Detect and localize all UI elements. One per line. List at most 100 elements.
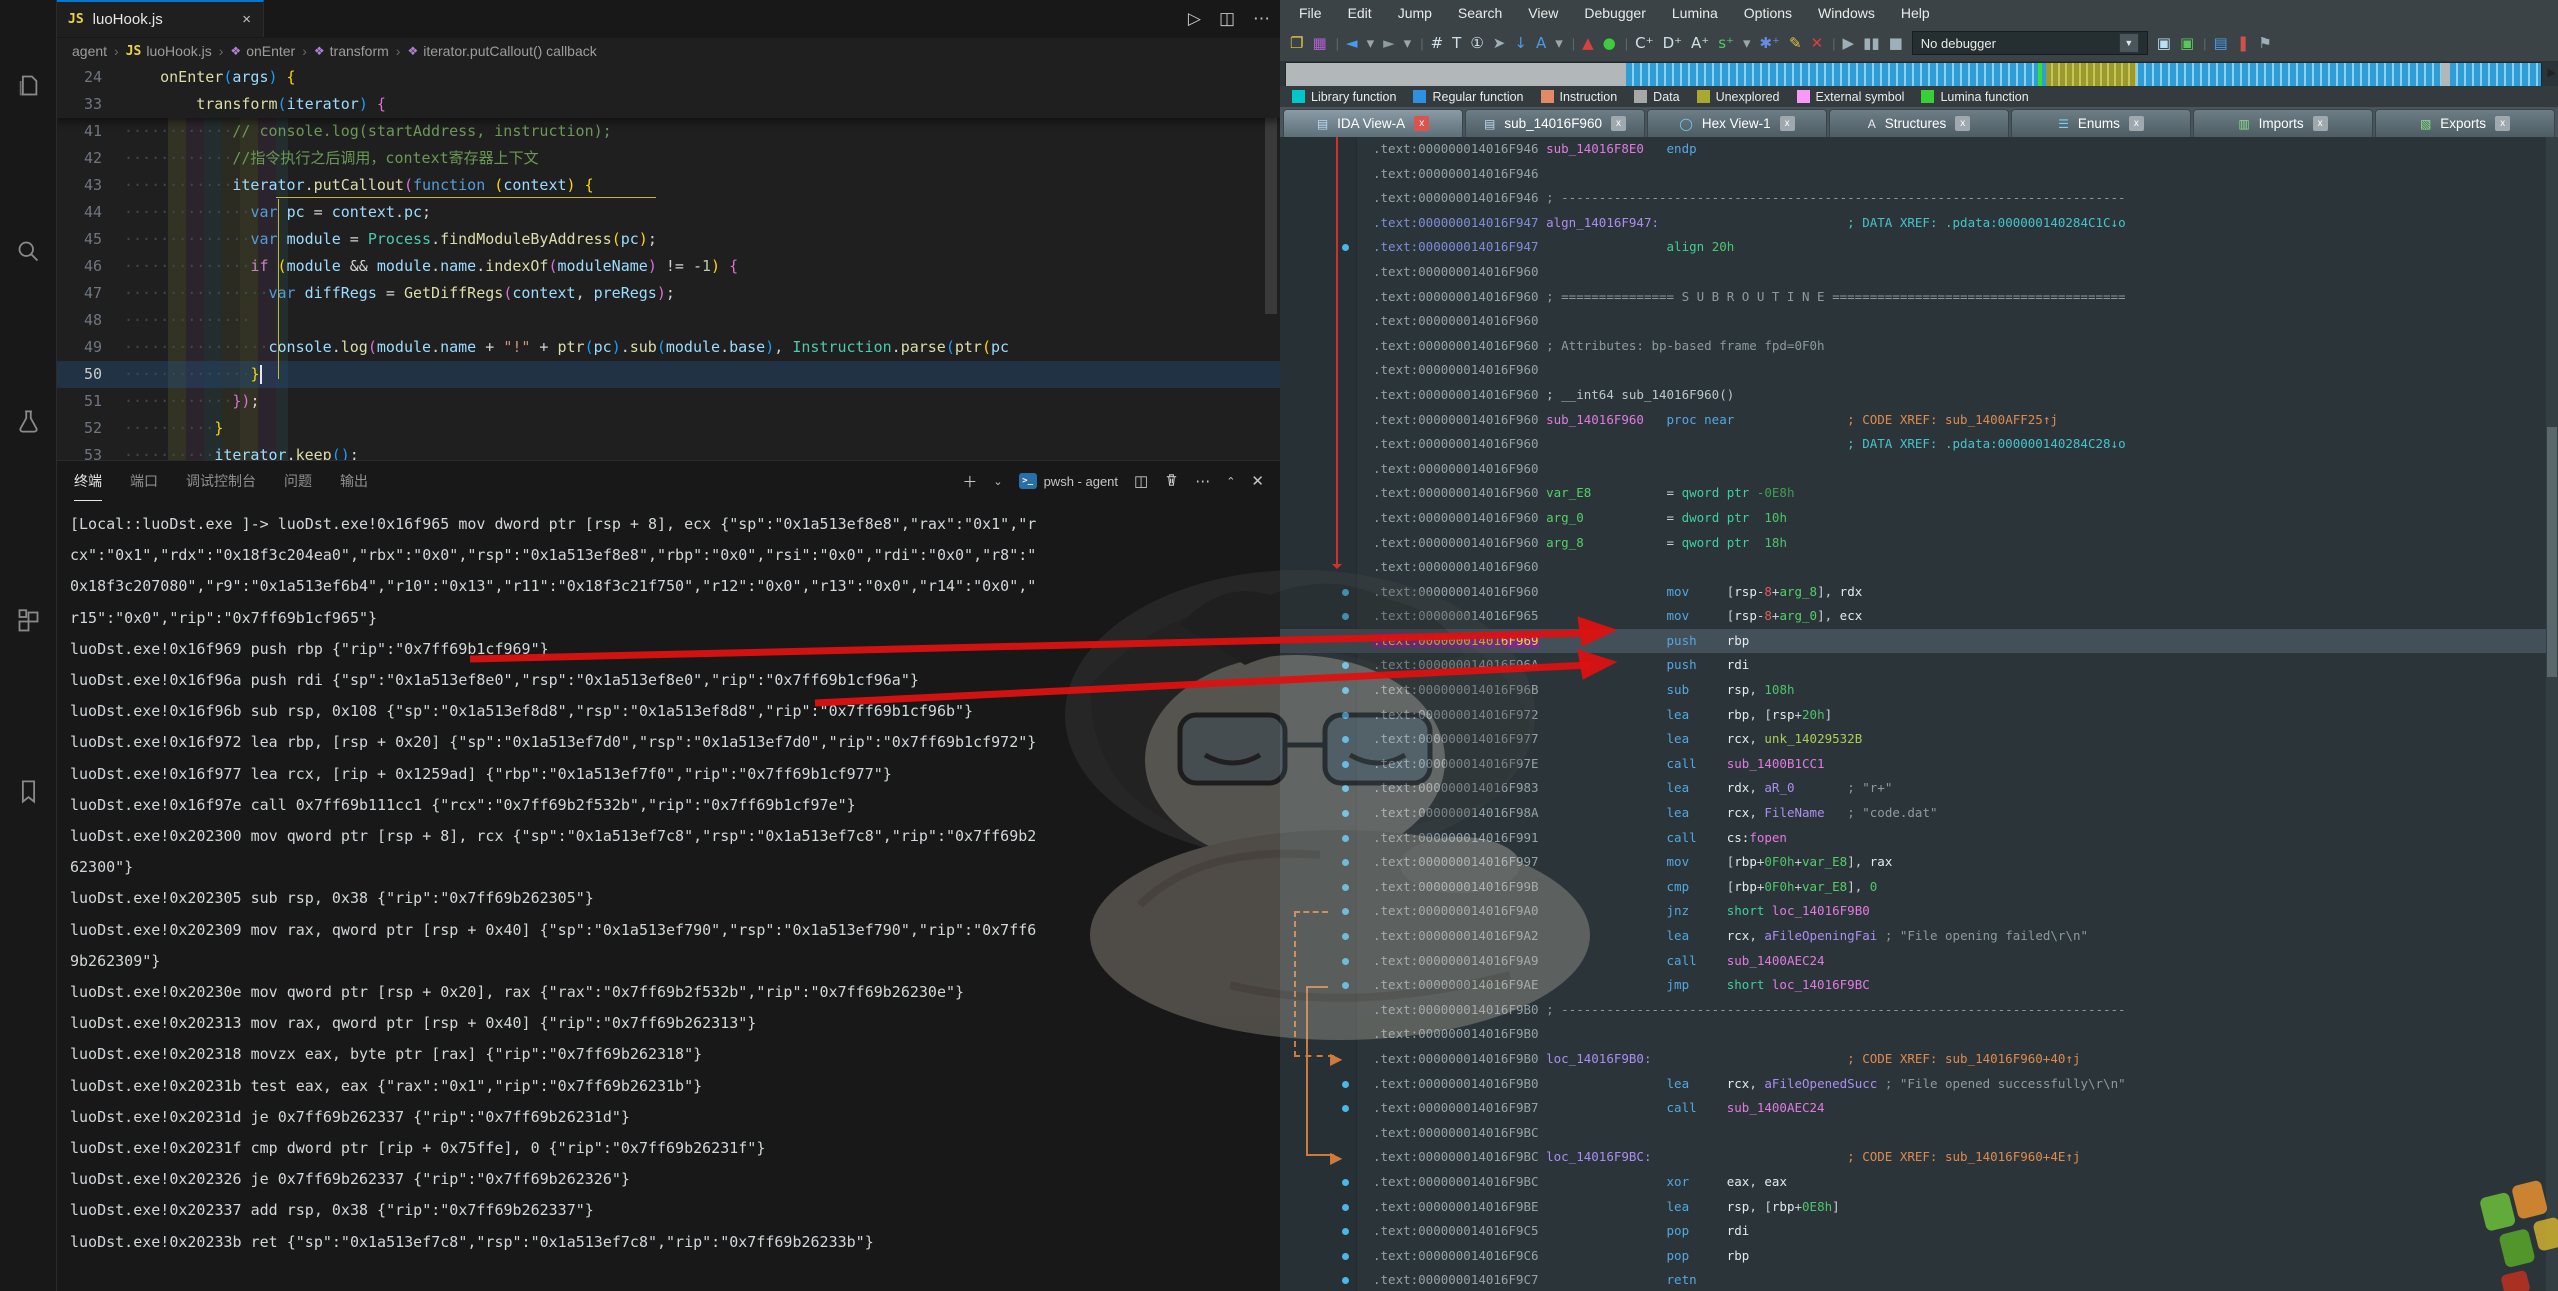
ida-tab-ida-view-a[interactable]: ▤ IDA View-A x — [1283, 109, 1463, 137]
tab-luohook-js[interactable]: JS luoHook.js × — [56, 0, 264, 37]
ida-tab-hex-view-1[interactable]: ◯ Hex View-1 x — [1647, 109, 1827, 137]
ida-tab-exports[interactable]: ▧ Exports x — [2375, 109, 2555, 137]
extensions-icon[interactable] — [0, 596, 56, 646]
band-right-arrow[interactable]: ▶ — [2548, 66, 2556, 79]
terminal-line: 9b262309"} — [70, 951, 161, 970]
problems-icon[interactable]: ▲ — [1582, 35, 1594, 51]
ida-tab-enums[interactable]: ☰ Enums x — [2011, 109, 2191, 137]
make-name-icon[interactable]: A⁺ — [1691, 35, 1709, 51]
code-editor[interactable]: 41 ············// console.log(startAddres… — [56, 64, 1280, 460]
breakpoint-icon[interactable]: ❚ — [2237, 35, 2250, 51]
ida-tab-sub_14016f960[interactable]: ▤ sub_14016F960 x — [1465, 109, 1645, 137]
breadcrumb-item[interactable]: agent — [72, 43, 107, 59]
close-tab-icon: x — [2495, 116, 2511, 131]
stop-process-icon[interactable]: ■ — [1889, 35, 1903, 51]
close-panel-icon[interactable]: ✕ — [1251, 472, 1264, 490]
back-icon[interactable]: ◄ — [1346, 35, 1358, 51]
open-file-icon[interactable]: ❐ — [1290, 35, 1303, 51]
code-line: 42 ············//指令执行之后调用，context寄存器上下文 — [83, 149, 539, 167]
make-data-icon[interactable]: D⁺ — [1663, 35, 1682, 51]
kill-terminal-icon[interactable] — [1164, 472, 1179, 491]
menu-search[interactable]: Search — [1445, 5, 1515, 21]
terminal-dropdown-icon[interactable]: ⌄ — [993, 475, 1002, 488]
undefine-icon[interactable]: ✕ — [1811, 35, 1824, 51]
menu-options[interactable]: Options — [1731, 5, 1805, 21]
menu-file[interactable]: File — [1286, 5, 1335, 21]
terminal-session[interactable]: >_ pwsh - agent — [1018, 473, 1118, 489]
step-trace-icon[interactable]: ▣ — [2180, 35, 2194, 51]
save-icon[interactable]: ▦ — [1312, 35, 1326, 51]
terminal-output[interactable]: [Local::luoDst.exe ]-> luoDst.exe!0x16f9… — [70, 509, 1276, 1291]
attach-icon[interactable]: ⚑ — [2258, 35, 2271, 51]
breadcrumb-item[interactable]: ❖ iterator.putCallout() callback — [407, 43, 596, 59]
panel-tab-调试控制台[interactable]: 调试控制台 — [186, 461, 256, 501]
menu-edit[interactable]: Edit — [1335, 5, 1385, 21]
instruction-dot — [1342, 1178, 1349, 1186]
tracing-icon[interactable]: ▣ — [2157, 35, 2171, 51]
instruction-dot — [1342, 588, 1349, 596]
make-string-icon[interactable]: s⁺ — [1718, 35, 1734, 51]
start-process-icon[interactable]: ▶ — [1843, 35, 1855, 51]
menu-lumina[interactable]: Lumina — [1659, 5, 1731, 21]
split-terminal-icon[interactable]: ◫ — [1134, 472, 1148, 490]
run-file-button[interactable]: ▷ — [1188, 9, 1201, 29]
lumina-icon[interactable]: ● — [1603, 35, 1616, 51]
forward-dropdown-icon[interactable]: ▾ — [1404, 35, 1412, 51]
ida-navigation-band[interactable] — [1285, 62, 2542, 87]
maximize-panel-icon[interactable]: ⌃ — [1226, 475, 1235, 488]
make-code-icon[interactable]: C⁺ — [1635, 35, 1653, 51]
menu-help[interactable]: Help — [1888, 5, 1943, 21]
menu-debugger[interactable]: Debugger — [1571, 5, 1659, 21]
colors-icon[interactable]: A — [1536, 35, 1546, 51]
jump-icon[interactable]: ➤ — [1493, 35, 1506, 51]
pause-process-icon[interactable]: ▮▮ — [1863, 35, 1880, 51]
search-binary-icon[interactable]: ① — [1470, 35, 1483, 51]
disasm-line: .text:000000014016F9C6 pop rbp — [1280, 1244, 2546, 1269]
breadcrumb-item[interactable]: ❖ onEnter — [230, 43, 295, 59]
close-tab-icon[interactable]: × — [242, 11, 251, 28]
menu-jump[interactable]: Jump — [1385, 5, 1445, 21]
jump-flow-stub — [1294, 911, 1328, 913]
terminal-line: 0x18f3c207080","r9":"0x1a513ef6b4","r10"… — [70, 577, 1037, 596]
dropdown-arrow-icon: ▼ — [2118, 33, 2139, 53]
sticky-scroll: 24 onEnter(args) {33 transform(iterator)… — [56, 64, 1280, 118]
panel-tab-输出[interactable]: 输出 — [340, 461, 368, 501]
instruction-dot — [1342, 711, 1349, 719]
ida-tab-structures[interactable]: A Structures x — [1829, 109, 2009, 137]
panel-tab-终端[interactable]: 终端 — [74, 461, 102, 501]
split-editor-button[interactable]: ◫ — [1219, 9, 1235, 29]
terminal-line: luoDst.exe!0x16f97e call 0x7ff69b111cc1 … — [70, 795, 856, 814]
breadcrumb[interactable]: agent › JS luoHook.js › ❖ onEnter › ❖ transform › ❖… — [56, 38, 1280, 64]
string-dropdown-icon[interactable]: ▾ — [1743, 35, 1751, 51]
disasm-line: .text:000000014016F965 mov [rsp-8+arg_0]… — [1280, 604, 2546, 629]
search-text-icon[interactable]: T — [1452, 35, 1461, 51]
new-terminal-button[interactable]: ＋ — [962, 471, 977, 492]
breadcrumb-item[interactable]: JS luoHook.js — [126, 43, 212, 59]
ida-scrollbar[interactable] — [2546, 137, 2558, 1291]
make-array-icon[interactable]: ✱⁺ — [1759, 35, 1780, 51]
terminal-line: luoDst.exe!0x20230e mov qword ptr [rsp +… — [70, 983, 965, 1002]
panel-tab-端口[interactable]: 端口 — [130, 461, 158, 501]
debugger-select[interactable]: No debugger ▼ — [1911, 31, 2148, 55]
disasm-line: .text:000000014016F9BC xor eax, eax — [1280, 1170, 2546, 1195]
more-actions-icon[interactable]: ⋯ — [1195, 472, 1210, 490]
jump-down-icon[interactable]: ↓ — [1514, 35, 1527, 51]
menu-windows[interactable]: Windows — [1805, 5, 1888, 21]
ida-tab-imports[interactable]: ▥ Imports x — [2193, 109, 2373, 137]
breadcrumb-item[interactable]: ❖ transform — [314, 43, 389, 59]
files-icon[interactable] — [0, 60, 56, 110]
search-icon[interactable] — [0, 226, 56, 276]
edit-icon[interactable]: ✎ — [1789, 35, 1802, 51]
separator: | — [2203, 35, 2207, 51]
back-dropdown-icon[interactable]: ▾ — [1367, 35, 1375, 51]
colors-dropdown-icon[interactable]: ▾ — [1555, 35, 1563, 51]
run-debug-icon[interactable] — [0, 396, 56, 446]
disassembly-view[interactable]: .text:000000014016F946 sub_14016F8E0 end… — [1280, 137, 2546, 1291]
panel-tab-问题[interactable]: 问题 — [284, 461, 312, 501]
more-actions-button[interactable]: ⋯ — [1253, 9, 1270, 29]
database-icon[interactable]: ▤ — [2214, 35, 2228, 51]
bookmark-icon[interactable] — [0, 766, 56, 816]
forward-icon[interactable]: ► — [1383, 35, 1395, 51]
menu-view[interactable]: View — [1515, 5, 1571, 21]
search-immediate-icon[interactable]: # — [1431, 35, 1444, 51]
